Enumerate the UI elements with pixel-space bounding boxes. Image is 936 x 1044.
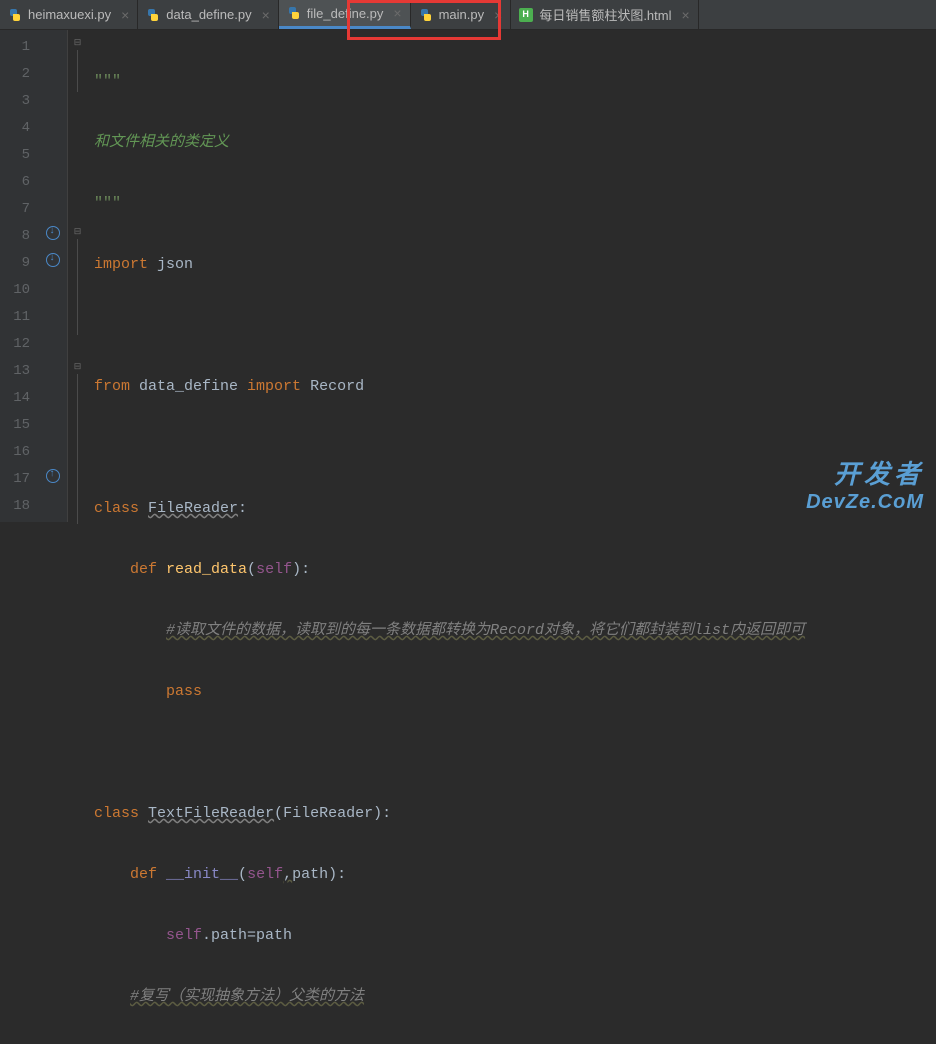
code-text: .path=path <box>202 927 292 944</box>
code-content[interactable]: """ 和文件相关的类定义 """ import json from data_… <box>88 30 805 522</box>
fold-line <box>77 374 78 524</box>
line-number: 8 <box>0 223 30 250</box>
close-icon[interactable]: × <box>490 7 502 23</box>
punct: ): <box>292 561 310 578</box>
punct: ( <box>274 805 283 822</box>
imported-name: Record <box>310 378 364 395</box>
punct: ): <box>373 805 391 822</box>
blank-line <box>94 312 805 339</box>
keyword: import <box>247 378 310 395</box>
keyword: pass <box>166 683 202 700</box>
tab-data-define[interactable]: data_define.py × <box>138 0 278 29</box>
keyword: class <box>94 805 148 822</box>
tab-file-define[interactable]: file_define.py × <box>279 0 411 29</box>
comment: #复写（实现抽象方法）父类的方法 <box>130 988 364 1005</box>
line-number: 1 <box>0 34 30 61</box>
override-down-icon[interactable] <box>46 253 60 267</box>
line-number: 16 <box>0 439 30 466</box>
line-number-gutter: 1 2 3 4 5 6 7 8 9 10 11 12 13 14 15 16 1… <box>0 30 40 522</box>
blank-line <box>94 739 805 766</box>
editor-tabs: heimaxuexi.py × data_define.py × file_de… <box>0 0 936 30</box>
tab-html-chart[interactable]: 每日销售额柱状图.html × <box>511 0 698 29</box>
punct: ( <box>247 561 256 578</box>
python-icon <box>419 8 433 22</box>
punct: : <box>238 500 247 517</box>
tab-label: 每日销售额柱状图.html <box>539 5 671 24</box>
close-icon[interactable]: × <box>258 7 270 23</box>
line-number: 3 <box>0 88 30 115</box>
docstring-text: 和文件相关的类定义 <box>94 134 229 151</box>
fold-open-icon[interactable]: ⊟ <box>72 38 83 49</box>
punct: , <box>283 866 292 883</box>
line-number: 12 <box>0 331 30 358</box>
fold-open-icon[interactable]: ⊟ <box>72 227 83 238</box>
punct: ( <box>238 866 247 883</box>
override-down-icon[interactable] <box>46 226 60 240</box>
keyword: def <box>130 866 166 883</box>
watermark-line2: DevZe.CoM <box>806 491 924 514</box>
override-up-icon[interactable] <box>46 469 60 483</box>
function-name: read_data <box>166 561 247 578</box>
gutter-marks <box>40 30 68 522</box>
base-class: FileReader <box>283 805 373 822</box>
line-number: 15 <box>0 412 30 439</box>
line-number: 11 <box>0 304 30 331</box>
line-number: 7 <box>0 196 30 223</box>
punct: ): <box>328 866 346 883</box>
close-icon[interactable]: × <box>677 7 689 23</box>
fold-gutter: ⊟ ⊟ ⊟ <box>68 30 88 522</box>
watermark-line1: 开发者 <box>806 454 924 491</box>
keyword: import <box>94 256 157 273</box>
keyword: class <box>94 500 148 517</box>
code-editor[interactable]: 1 2 3 4 5 6 7 8 9 10 11 12 13 14 15 16 1… <box>0 30 936 522</box>
line-number: 18 <box>0 493 30 520</box>
line-number: 13 <box>0 358 30 385</box>
tab-label: data_define.py <box>166 7 251 22</box>
self-param: self <box>247 866 283 883</box>
class-name: FileReader <box>148 500 238 517</box>
module-name: json <box>157 256 193 273</box>
tab-heimaxuexi[interactable]: heimaxuexi.py × <box>0 0 138 29</box>
line-number: 5 <box>0 142 30 169</box>
line-number: 17 <box>0 466 30 493</box>
docstring-delim: """ <box>94 195 121 212</box>
python-icon <box>287 6 301 20</box>
keyword: from <box>94 378 139 395</box>
self-param: self <box>256 561 292 578</box>
tab-label: heimaxuexi.py <box>28 7 111 22</box>
blank-line <box>94 434 805 461</box>
tab-label: main.py <box>439 7 485 22</box>
line-number: 14 <box>0 385 30 412</box>
close-icon[interactable]: × <box>117 7 129 23</box>
tab-label: file_define.py <box>307 6 384 21</box>
fold-open-icon[interactable]: ⊟ <box>72 362 83 373</box>
keyword: def <box>130 561 166 578</box>
line-number: 2 <box>0 61 30 88</box>
close-icon[interactable]: × <box>389 5 401 21</box>
fold-line <box>77 50 78 92</box>
python-icon <box>8 8 22 22</box>
html-icon <box>519 8 533 22</box>
fold-line <box>77 239 78 335</box>
watermark: 开发者 DevZe.CoM <box>806 454 924 514</box>
module-name: data_define <box>139 378 247 395</box>
function-name: __init__ <box>166 866 238 883</box>
line-number: 9 <box>0 250 30 277</box>
docstring-delim: """ <box>94 73 121 90</box>
param: path <box>292 866 328 883</box>
line-number: 10 <box>0 277 30 304</box>
tab-main[interactable]: main.py × <box>411 0 512 29</box>
self-ref: self <box>166 927 202 944</box>
python-icon <box>146 8 160 22</box>
line-number: 4 <box>0 115 30 142</box>
line-number: 6 <box>0 169 30 196</box>
class-name: TextFileReader <box>148 805 274 822</box>
comment: #读取文件的数据，读取到的每一条数据都转换为Record对象，将它们都封装到li… <box>166 622 805 639</box>
